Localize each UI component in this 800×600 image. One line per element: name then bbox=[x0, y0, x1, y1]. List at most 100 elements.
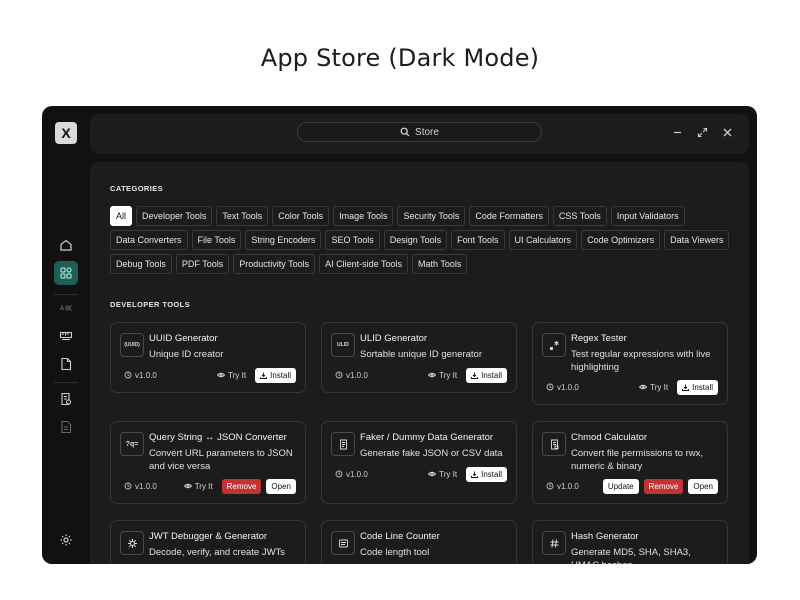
try-it-button[interactable]: Try It bbox=[639, 383, 668, 392]
store-search[interactable]: Store bbox=[297, 122, 542, 142]
remove-button[interactable]: Remove bbox=[221, 478, 262, 494]
file-icon[interactable] bbox=[54, 352, 78, 376]
install-label: Install bbox=[481, 370, 502, 380]
card-actions: Try It Remove Open bbox=[183, 478, 296, 494]
tool-card[interactable]: Regex Tester Test regular expressions wi… bbox=[532, 322, 728, 405]
category-chip-all[interactable]: All bbox=[110, 206, 133, 226]
category-chip-seo-tools[interactable]: SEO Tools bbox=[325, 230, 380, 250]
try-it-button[interactable]: Try It bbox=[428, 371, 457, 380]
category-chip-input-validators[interactable]: Input Validators bbox=[610, 206, 685, 226]
search-label: Store bbox=[415, 126, 439, 138]
card-version: v1.0.0 bbox=[124, 371, 157, 380]
page-heading: App Store (Dark Mode) bbox=[260, 44, 540, 72]
version-text: v1.0.0 bbox=[346, 370, 368, 380]
card-footer: v1.0.0 Update Remove Open bbox=[546, 478, 718, 494]
install-button[interactable]: Install bbox=[466, 367, 507, 383]
category-chip-design-tools[interactable]: Design Tools bbox=[383, 230, 448, 250]
category-chip-math-tools[interactable]: Math Tools bbox=[411, 254, 468, 274]
category-chip-font-tools[interactable]: Font Tools bbox=[451, 230, 505, 250]
faker-icon bbox=[331, 432, 355, 456]
category-chip-ui-calculators[interactable]: UI Calculators bbox=[508, 230, 578, 250]
try-it-label: Try It bbox=[228, 370, 247, 380]
category-chip-string-encoders[interactable]: String Encoders bbox=[245, 230, 322, 250]
card-footer: v1.0.0 Try It Install bbox=[124, 367, 296, 383]
tool-card[interactable]: ULID ULID Generator Sortable unique ID g… bbox=[321, 322, 517, 393]
category-chip-file-tools[interactable]: File Tools bbox=[191, 230, 242, 250]
gear-icon[interactable] bbox=[54, 528, 78, 552]
page-icon[interactable] bbox=[54, 415, 78, 439]
text-tool-icon[interactable] bbox=[54, 296, 78, 320]
developer-tools-label: DEVELOPER TOOLS bbox=[110, 300, 191, 309]
category-chip-security-tools[interactable]: Security Tools bbox=[397, 206, 466, 226]
remove-button[interactable]: Remove bbox=[643, 478, 684, 494]
card-footer: v1.0.0 Try It Install bbox=[335, 367, 507, 383]
category-chip-code-formatters[interactable]: Code Formatters bbox=[469, 206, 549, 226]
apps-icon[interactable] bbox=[54, 261, 78, 285]
version-text: v1.0.0 bbox=[135, 370, 157, 380]
category-chip-text-tools[interactable]: Text Tools bbox=[216, 206, 269, 226]
card-title: Hash Generator bbox=[571, 531, 639, 542]
update-button[interactable]: Update bbox=[602, 478, 639, 494]
main-area: Store CATEGORIES All Developer Tools Text … bbox=[90, 114, 749, 564]
try-it-label: Try It bbox=[439, 370, 458, 380]
regex-icon bbox=[542, 333, 566, 357]
install-label: Install bbox=[692, 382, 713, 392]
try-it-label: Try It bbox=[439, 469, 458, 479]
category-chip-ai-client-side-tools[interactable]: AI Client-side Tools bbox=[319, 254, 408, 274]
card-title: JWT Debugger & Generator bbox=[149, 531, 268, 542]
card-footer: v1.0.0 Try It Install bbox=[546, 379, 718, 395]
try-it-button[interactable]: Try It bbox=[217, 371, 246, 380]
card-title: UUID Generator bbox=[149, 333, 218, 344]
document-tool-icon[interactable] bbox=[54, 387, 78, 411]
install-button[interactable]: Install bbox=[677, 379, 718, 395]
expand-icon[interactable] bbox=[695, 125, 709, 139]
open-button[interactable]: Open bbox=[688, 478, 718, 494]
category-chips: All Developer Tools Text Tools Color Tools I… bbox=[110, 206, 735, 274]
download-icon bbox=[682, 384, 690, 391]
category-chip-css-tools[interactable]: CSS Tools bbox=[552, 206, 607, 226]
category-chip-color-tools[interactable]: Color Tools bbox=[272, 206, 330, 226]
sidebar-divider bbox=[54, 382, 78, 383]
card-actions: Try It Install bbox=[639, 379, 718, 395]
version-text: v1.0.0 bbox=[557, 382, 579, 392]
install-button[interactable]: Install bbox=[255, 367, 296, 383]
card-version: v1.0.0 bbox=[124, 482, 157, 491]
card-description: Decode, verify, and create JWTs bbox=[149, 547, 286, 558]
tool-card[interactable]: ?q= Query String ↔ JSON Converter Conver… bbox=[110, 421, 306, 504]
card-title: Code Line Counter bbox=[360, 531, 440, 542]
store-content: CATEGORIES All Developer Tools Text Tools C… bbox=[90, 162, 749, 564]
install-label: Install bbox=[481, 469, 502, 479]
category-chip-image-tools[interactable]: Image Tools bbox=[333, 206, 394, 226]
minimize-icon[interactable] bbox=[670, 125, 684, 139]
tool-card[interactable]: (UUID) UUID Generator Unique ID creator … bbox=[110, 322, 306, 393]
category-chip-code-optimizers[interactable]: Code Optimizers bbox=[581, 230, 661, 250]
category-chip-data-converters[interactable]: Data Converters bbox=[110, 230, 188, 250]
tool-card[interactable]: JWT Debugger & Generator Decode, verify,… bbox=[110, 520, 306, 564]
card-version: v1.0.0 bbox=[546, 383, 579, 392]
tool-card[interactable]: Chmod Calculator Convert file permission… bbox=[532, 421, 728, 504]
close-icon[interactable] bbox=[720, 125, 734, 139]
category-chip-productivity-tools[interactable]: Productivity Tools bbox=[233, 254, 316, 274]
try-it-button[interactable]: Try It bbox=[428, 470, 457, 479]
open-button[interactable]: Open bbox=[266, 478, 296, 494]
tool-card[interactable]: Code Line Counter Code length tool bbox=[321, 520, 517, 564]
card-title: ULID Generator bbox=[360, 333, 428, 344]
ruler-icon[interactable] bbox=[54, 323, 78, 347]
install-button[interactable]: Install bbox=[466, 466, 507, 482]
card-description: Sortable unique ID generator bbox=[360, 349, 482, 360]
sidebar: X bbox=[42, 106, 89, 564]
category-chip-data-viewers[interactable]: Data Viewers bbox=[664, 230, 730, 250]
tool-card[interactable]: Hash Generator Generate MD5, SHA, SHA3, … bbox=[532, 520, 728, 564]
download-icon bbox=[471, 471, 479, 478]
category-chip-developer-tools[interactable]: Developer Tools bbox=[136, 206, 213, 226]
card-title: Query String ↔ JSON Converter bbox=[149, 432, 287, 443]
history-icon bbox=[335, 371, 343, 379]
home-icon[interactable] bbox=[54, 233, 78, 257]
app-logo: X bbox=[55, 122, 77, 144]
category-chip-debug-tools[interactable]: Debug Tools bbox=[110, 254, 172, 274]
category-chip-pdf-tools[interactable]: PDF Tools bbox=[175, 254, 230, 274]
try-it-button[interactable]: Try It bbox=[183, 482, 213, 491]
history-icon bbox=[335, 470, 343, 478]
tool-card[interactable]: Faker / Dummy Data Generator Generate fa… bbox=[321, 421, 517, 504]
eye-icon bbox=[183, 483, 192, 489]
